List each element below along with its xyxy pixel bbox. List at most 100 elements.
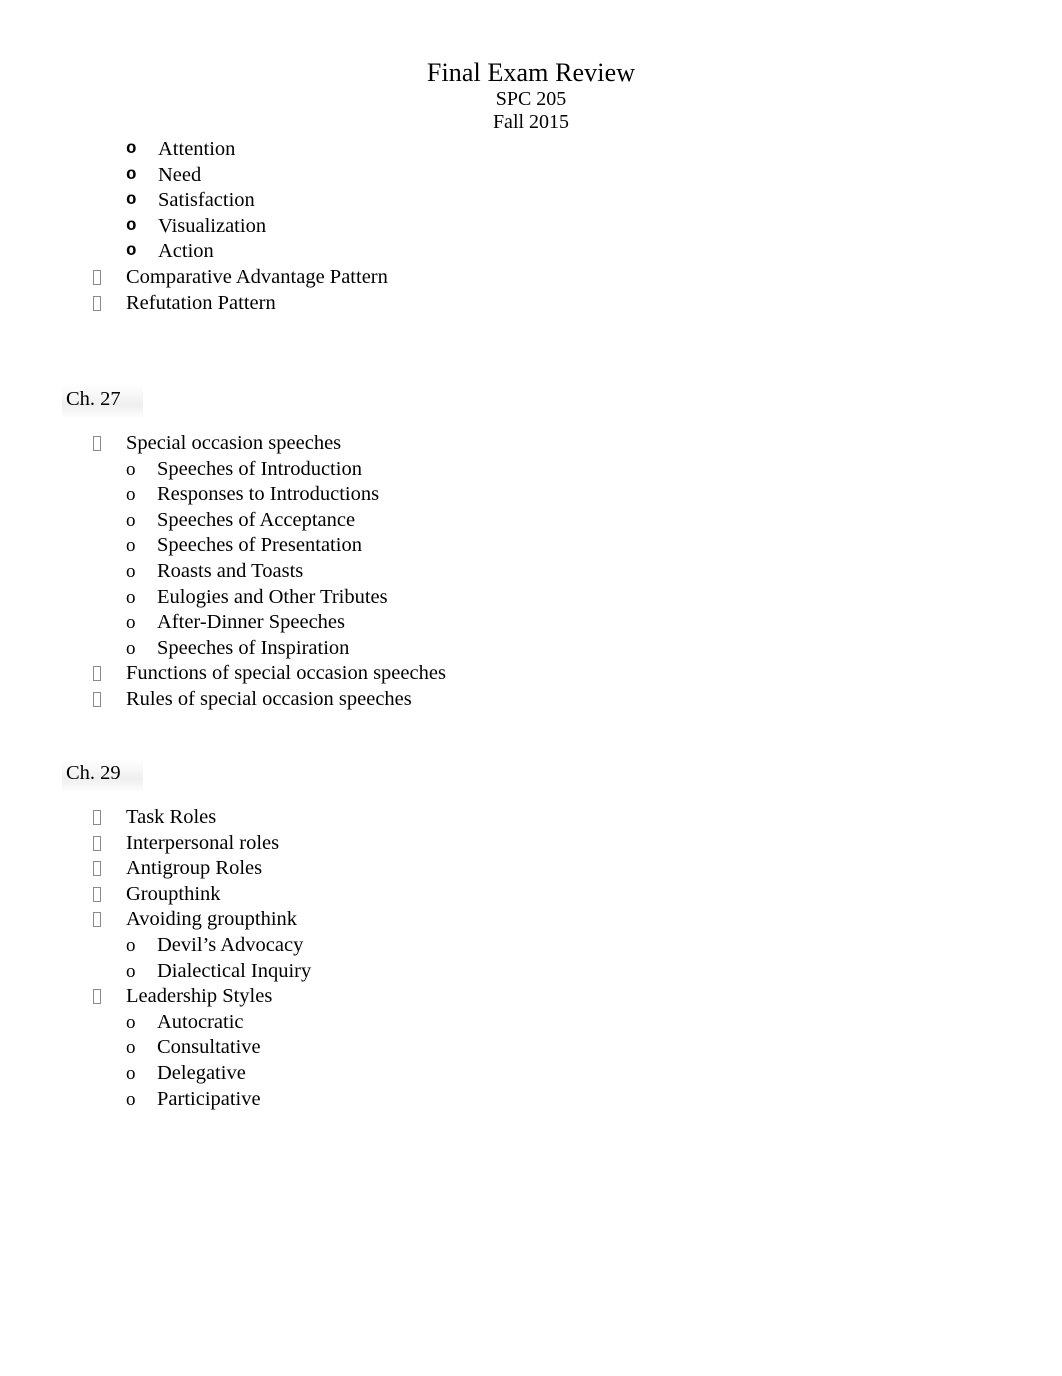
outline-list-intro: o Attention o Need o Satisfaction o Visualizati… bbox=[0, 137, 1062, 316]
document-page: Final Exam Review SPC 205 Fall 2015 o Att… bbox=[0, 0, 1062, 1376]
circle-bullet-icon: o bbox=[126, 509, 136, 531]
list-item: o Participative bbox=[0, 1087, 1062, 1113]
list-item: o Devil’s Advocacy bbox=[0, 933, 1062, 959]
list-item: o Speeches of Acceptance bbox=[0, 508, 1062, 534]
list-item: o Roasts and Toasts bbox=[0, 559, 1062, 585]
list-item-label: Responses to Introductions bbox=[157, 483, 380, 506]
list-item-label: Antigroup Roles bbox=[126, 857, 263, 880]
list-item-label: Interpersonal roles bbox=[126, 831, 280, 854]
chapter-heading-ch27: Ch. 27 bbox=[62, 385, 143, 417]
list-item: o Visualization bbox=[0, 214, 1062, 240]
missing-glyph-bullet-icon bbox=[93, 882, 101, 908]
page-title: Final Exam Review bbox=[426, 58, 636, 87]
list-item: o Autocratic bbox=[0, 1010, 1062, 1036]
list-item: Antigroup Roles bbox=[0, 856, 1062, 882]
list-item: o Eulogies and Other Tributes bbox=[0, 585, 1062, 611]
list-item: Refutation Pattern bbox=[0, 291, 1062, 317]
missing-glyph-bullet-icon bbox=[93, 291, 101, 317]
list-item-label: Action bbox=[158, 240, 214, 263]
missing-glyph-bullet-icon bbox=[93, 831, 101, 857]
list-item: o After-Dinner Speeches bbox=[0, 610, 1062, 636]
missing-glyph-bullet-icon bbox=[93, 661, 101, 687]
list-item: Special occasion speeches bbox=[0, 431, 1062, 457]
missing-glyph-bullet-icon bbox=[93, 431, 101, 457]
list-item-label: Speeches of Presentation bbox=[157, 534, 362, 557]
list-item: Functions of special occasion speeches bbox=[0, 661, 1062, 687]
circle-bullet-icon: o bbox=[126, 586, 136, 608]
list-item-label: Special occasion speeches bbox=[126, 432, 342, 454]
list-item: o Speeches of Introduction bbox=[0, 457, 1062, 483]
list-item: Task Roles bbox=[0, 805, 1062, 831]
circle-bullet-icon: o bbox=[126, 612, 136, 634]
list-item-label: Attention bbox=[158, 138, 236, 160]
list-item-label: Rules of special occasion speeches bbox=[126, 687, 412, 710]
chapter-heading-ch29: Ch. 29 bbox=[62, 759, 143, 791]
list-item: o Attention bbox=[0, 137, 1062, 163]
missing-glyph-bullet-icon bbox=[93, 856, 101, 882]
list-item-label: Satisfaction bbox=[158, 189, 255, 212]
missing-glyph-bullet-icon bbox=[93, 984, 101, 1010]
list-item-label: After-Dinner Speeches bbox=[157, 611, 345, 634]
list-item: o Responses to Introductions bbox=[0, 482, 1062, 508]
circle-bullet-icon: o bbox=[126, 190, 137, 211]
missing-glyph-bullet-icon bbox=[93, 805, 101, 831]
list-item: Interpersonal roles bbox=[0, 831, 1062, 857]
list-item-label: Consultative bbox=[157, 1036, 261, 1059]
list-item: o Need bbox=[0, 163, 1062, 189]
circle-bullet-icon: o bbox=[126, 139, 137, 159]
list-item-label: Speeches of Inspiration bbox=[157, 636, 350, 659]
term-label: Fall 2015 bbox=[492, 111, 570, 133]
list-item-label: Leadership Styles bbox=[126, 985, 273, 1008]
outline-list-ch29: Task Roles Interpersonal roles Antigroup R… bbox=[0, 805, 1062, 1112]
document-header: Final Exam Review SPC 205 Fall 2015 bbox=[0, 58, 1062, 134]
list-item-label: Devil’s Advocacy bbox=[157, 933, 304, 956]
circle-bullet-icon: o bbox=[126, 934, 136, 956]
list-item-label: Speeches of Introduction bbox=[157, 457, 362, 480]
list-item: o Delegative bbox=[0, 1061, 1062, 1087]
list-item: o Dialectical Inquiry bbox=[0, 959, 1062, 985]
circle-bullet-icon: o bbox=[126, 215, 137, 236]
list-item-label: Delegative bbox=[157, 1061, 246, 1084]
list-item: o Satisfaction bbox=[0, 188, 1062, 214]
circle-bullet-icon: o bbox=[126, 164, 137, 185]
list-item: o Consultative bbox=[0, 1035, 1062, 1061]
list-item: o Action bbox=[0, 239, 1062, 265]
circle-bullet-icon: o bbox=[126, 1037, 136, 1059]
list-item: Rules of special occasion speeches bbox=[0, 687, 1062, 713]
circle-bullet-icon: o bbox=[126, 458, 136, 480]
circle-bullet-icon: o bbox=[126, 1062, 136, 1084]
list-item-label: Visualization bbox=[158, 214, 267, 237]
list-item-label: Autocratic bbox=[157, 1010, 244, 1033]
list-item-label: Speeches of Acceptance bbox=[157, 508, 356, 531]
circle-bullet-icon: o bbox=[126, 484, 136, 506]
list-item-label: Need bbox=[158, 163, 202, 186]
missing-glyph-bullet-icon bbox=[93, 687, 101, 713]
list-item: o Speeches of Presentation bbox=[0, 533, 1062, 559]
list-item: Groupthink bbox=[0, 882, 1062, 908]
list-item-label: Comparative Advantage Pattern bbox=[126, 265, 388, 288]
circle-bullet-icon: o bbox=[126, 960, 136, 982]
list-item: Leadership Styles bbox=[0, 984, 1062, 1010]
list-item-label: Refutation Pattern bbox=[126, 291, 276, 314]
list-item-label: Dialectical Inquiry bbox=[157, 959, 312, 982]
course-code: SPC 205 bbox=[495, 88, 567, 110]
circle-bullet-icon: o bbox=[126, 241, 137, 262]
circle-bullet-icon: o bbox=[126, 535, 136, 557]
list-item: Avoiding groupthink bbox=[0, 907, 1062, 933]
list-item-label: Avoiding groupthink bbox=[126, 908, 298, 931]
circle-bullet-icon: o bbox=[126, 1088, 136, 1110]
list-item-label: Roasts and Toasts bbox=[157, 559, 304, 582]
list-item-label: Participative bbox=[157, 1087, 261, 1110]
list-item-label: Functions of special occasion speeches bbox=[126, 662, 446, 685]
outline-list-ch27: Special occasion speeches o Speeches of In… bbox=[0, 431, 1062, 713]
circle-bullet-icon: o bbox=[126, 637, 136, 659]
list-item: o Speeches of Inspiration bbox=[0, 636, 1062, 662]
list-item: Comparative Advantage Pattern bbox=[0, 265, 1062, 291]
list-item-label: Groupthink bbox=[126, 882, 221, 905]
circle-bullet-icon: o bbox=[126, 560, 136, 582]
list-item-label: Task Roles bbox=[126, 806, 217, 828]
circle-bullet-icon: o bbox=[126, 1011, 136, 1033]
missing-glyph-bullet-icon bbox=[93, 907, 101, 933]
list-item-label: Eulogies and Other Tributes bbox=[157, 585, 388, 608]
missing-glyph-bullet-icon bbox=[93, 265, 101, 291]
